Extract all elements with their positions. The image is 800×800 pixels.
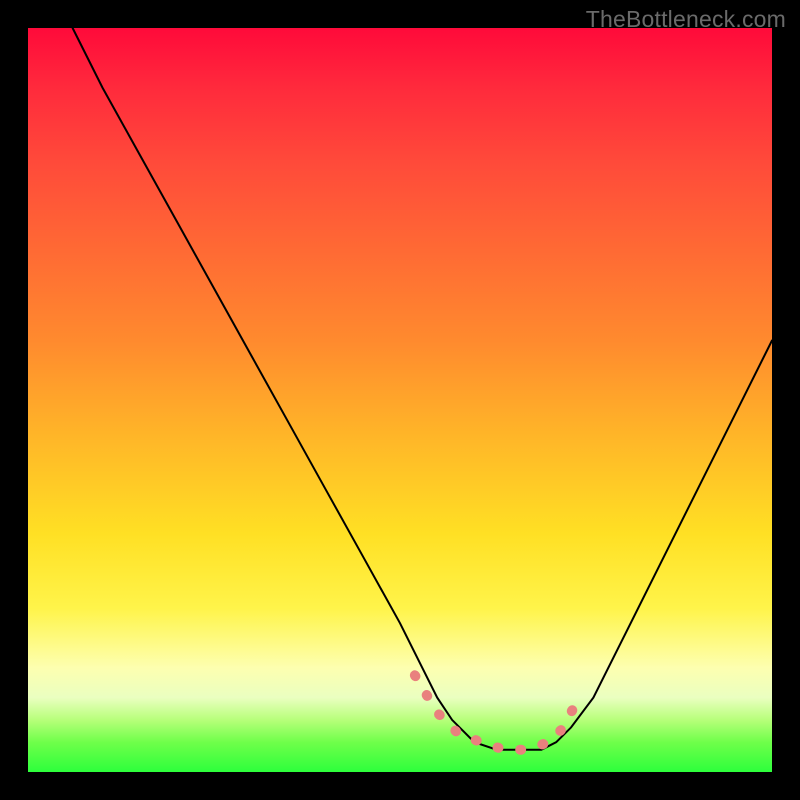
valley-highlight xyxy=(415,675,579,749)
bottleneck-curve xyxy=(73,28,772,750)
chart-frame: TheBottleneck.com xyxy=(0,0,800,800)
watermark-text: TheBottleneck.com xyxy=(586,6,786,33)
curve-layer xyxy=(73,28,772,750)
plot-area xyxy=(28,28,772,772)
chart-svg xyxy=(28,28,772,772)
